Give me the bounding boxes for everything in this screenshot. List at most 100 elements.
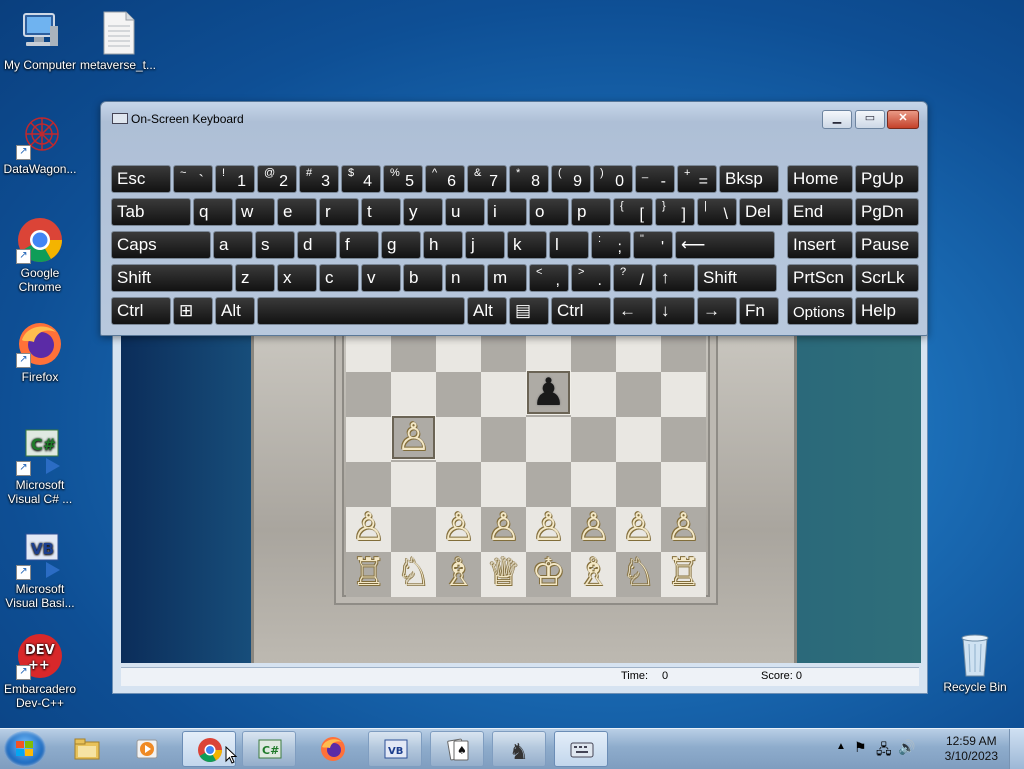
taskbar-on-screen-keyboard[interactable] xyxy=(554,731,608,767)
key-left-bracket[interactable]: {[ xyxy=(613,198,653,226)
taskbar-chess[interactable]: ♞ xyxy=(492,731,546,767)
key-up-arrow[interactable]: ↑ xyxy=(655,264,695,292)
key-k[interactable]: k xyxy=(507,231,547,259)
key-e[interactable]: e xyxy=(277,198,317,226)
key-t[interactable]: t xyxy=(361,198,401,226)
board-square[interactable] xyxy=(391,372,436,417)
desktop-icon-metaverse-file[interactable]: metaverse_t... xyxy=(78,8,158,72)
key-4[interactable]: $4 xyxy=(341,165,381,193)
white-pawn-piece[interactable]: ♙ xyxy=(481,505,526,550)
key-d[interactable]: d xyxy=(297,231,337,259)
white-pawn-piece[interactable]: ♙ xyxy=(391,415,436,460)
key-right-alt[interactable]: Alt xyxy=(467,297,507,325)
key-a[interactable]: a xyxy=(213,231,253,259)
key-enter[interactable]: ⟵ xyxy=(675,231,775,259)
board-square[interactable] xyxy=(526,331,571,372)
white-bishop-piece[interactable]: ♗ xyxy=(436,550,481,595)
board-square[interactable] xyxy=(481,331,526,372)
white-king-piece[interactable]: ♔ xyxy=(526,550,571,595)
key-tilde[interactable]: ~ ` xyxy=(173,165,213,193)
taskbar-chrome[interactable] xyxy=(182,731,237,767)
key-slash[interactable]: ? / xyxy=(613,264,653,292)
taskbar-visual-basic[interactable]: VB xyxy=(368,731,422,767)
key-left-alt[interactable]: Alt xyxy=(215,297,255,325)
key-f[interactable]: f xyxy=(339,231,379,259)
key-page-up[interactable]: PgUp xyxy=(855,165,919,193)
key-n[interactable]: n xyxy=(445,264,485,292)
desktop-icon-dev-cpp[interactable]: DEV ++ ↗ Embarcadero Dev-C++ xyxy=(0,632,80,710)
taskbar-solitaire[interactable]: ♠ xyxy=(430,731,484,767)
board-square[interactable] xyxy=(616,372,661,417)
osk-titlebar[interactable]: On-Screen Keyboard ▁ ▭ ✕ xyxy=(101,102,927,132)
board-square[interactable] xyxy=(526,462,571,507)
key-o[interactable]: o xyxy=(529,198,569,226)
black-pawn-piece[interactable]: ♟ xyxy=(526,370,571,415)
board-square[interactable] xyxy=(616,331,661,372)
key-minus[interactable]: _ - xyxy=(635,165,675,193)
key-u[interactable]: u xyxy=(445,198,485,226)
desktop-icon-datawagon[interactable]: ↗ DataWagon... xyxy=(0,112,80,176)
key-x[interactable]: x xyxy=(277,264,317,292)
start-button[interactable] xyxy=(4,731,46,767)
chess-play-area[interactable]: ♟ ♙ ♙ ♙ ♙ ♙ ♙ ♙ ♙ ♖ ♘ ♗ ♕ ♔ ♗ ♘ ♖ xyxy=(121,331,921,663)
volume-icon[interactable]: 🔊 xyxy=(898,739,915,756)
key-s[interactable]: s xyxy=(255,231,295,259)
key-backspace[interactable]: Bksp xyxy=(719,165,779,193)
board-square[interactable] xyxy=(571,331,616,372)
key-print-screen[interactable]: PrtScn xyxy=(787,264,853,292)
board-square[interactable] xyxy=(391,331,436,372)
key-fn[interactable]: Fn xyxy=(739,297,779,325)
key-p[interactable]: p xyxy=(571,198,611,226)
board-square[interactable] xyxy=(571,462,616,507)
maximize-button[interactable]: ▭ xyxy=(855,110,885,129)
key-caps-lock[interactable]: Caps xyxy=(111,231,211,259)
key-r[interactable]: r xyxy=(319,198,359,226)
board-square[interactable] xyxy=(391,462,436,507)
key-page-down[interactable]: PgDn xyxy=(855,198,919,226)
clock[interactable]: 12:59 AM 3/10/2023 xyxy=(945,734,998,764)
key-1[interactable]: ! 1 xyxy=(215,165,255,193)
key-left-ctrl[interactable]: Ctrl xyxy=(111,297,171,325)
white-pawn-piece[interactable]: ♙ xyxy=(526,505,571,550)
minimize-button[interactable]: ▁ xyxy=(822,110,852,129)
board-square[interactable] xyxy=(481,372,526,417)
board-square[interactable] xyxy=(346,417,391,462)
key-windows[interactable]: ⊞ xyxy=(173,297,213,325)
taskbar-media-player[interactable] xyxy=(120,731,174,767)
key-equals[interactable]: + = xyxy=(677,165,717,193)
board-square[interactable] xyxy=(436,417,481,462)
taskbar-visual-csharp[interactable]: C# xyxy=(242,731,296,767)
desktop-icon-recycle-bin[interactable]: Recycle Bin xyxy=(935,630,1015,694)
key-scroll-lock[interactable]: ScrLk xyxy=(855,264,919,292)
key-l[interactable]: l xyxy=(549,231,589,259)
key-right-bracket[interactable]: }] xyxy=(655,198,695,226)
key-h[interactable]: h xyxy=(423,231,463,259)
key-2[interactable]: @2 xyxy=(257,165,297,193)
key-options[interactable]: Options xyxy=(787,297,853,325)
board-square[interactable] xyxy=(661,372,706,417)
board-square[interactable] xyxy=(346,372,391,417)
close-button[interactable]: ✕ xyxy=(887,110,919,129)
white-bishop-piece[interactable]: ♗ xyxy=(571,550,616,595)
key-0[interactable]: ) 0 xyxy=(593,165,633,193)
chess-board[interactable]: ♟ ♙ ♙ ♙ ♙ ♙ ♙ ♙ ♙ ♖ ♘ ♗ ♕ ♔ ♗ ♘ ♖ xyxy=(342,331,710,597)
on-screen-keyboard-window[interactable]: On-Screen Keyboard ▁ ▭ ✕ Esc ~ `! 1 @2 #3 $4% 5… xyxy=(100,101,928,336)
board-square[interactable] xyxy=(526,417,571,462)
chess-game-window[interactable]: ♟ ♙ ♙ ♙ ♙ ♙ ♙ ♙ ♙ ♖ ♘ ♗ ♕ ♔ ♗ ♘ ♖ Time: 0 Score: 0 xyxy=(112,330,928,694)
desktop-icon-visual-basic[interactable]: VB ↗ Microsoft Visual Basi... xyxy=(0,532,80,610)
board-square[interactable] xyxy=(616,462,661,507)
key-menu[interactable]: ▤ xyxy=(509,297,549,325)
white-queen-piece[interactable]: ♕ xyxy=(481,550,526,595)
key-right-shift[interactable]: Shift xyxy=(697,264,777,292)
white-pawn-piece[interactable]: ♙ xyxy=(346,505,391,550)
key-tab[interactable]: Tab xyxy=(111,198,191,226)
key-z[interactable]: z xyxy=(235,264,275,292)
board-square[interactable] xyxy=(346,331,391,372)
key-q[interactable]: q xyxy=(193,198,233,226)
white-rook-piece[interactable]: ♖ xyxy=(661,550,706,595)
key-right-ctrl[interactable]: Ctrl xyxy=(551,297,611,325)
board-square[interactable] xyxy=(661,462,706,507)
desktop-icon-visual-csharp[interactable]: C# ↗ Microsoft Visual C# ... xyxy=(0,428,80,506)
board-square[interactable] xyxy=(571,417,616,462)
desktop-icon-google-chrome[interactable]: ↗ Google Chrome xyxy=(0,216,80,294)
